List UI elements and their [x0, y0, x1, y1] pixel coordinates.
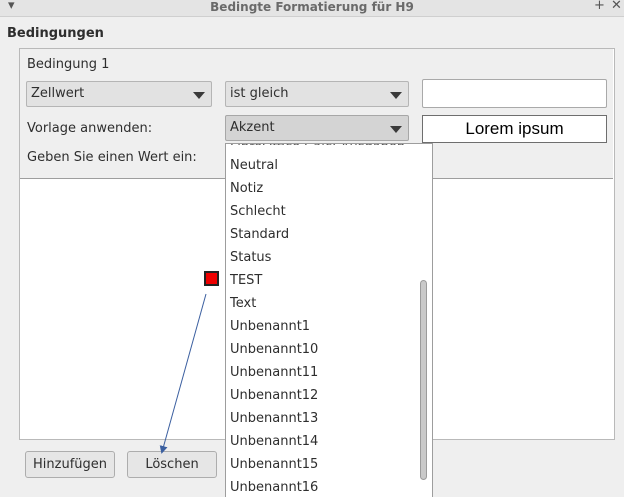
dropdown-item[interactable]: Standard: [230, 223, 289, 246]
dropdown-item[interactable]: Unbenannt14: [230, 430, 318, 453]
dropdown-scrollbar-thumb[interactable]: [420, 280, 427, 480]
dropdown-item[interactable]: Status: [230, 246, 271, 269]
dropdown-item[interactable]: Neutral: [230, 154, 278, 177]
dropdown-item[interactable]: Unbenannt10: [230, 338, 318, 361]
dropdown-item[interactable]: Schlecht: [230, 200, 286, 223]
style-dropdown-list[interactable]: LibreOffice Calc: Ausgaben Neutral Notiz…: [225, 143, 433, 497]
dropdown-item[interactable]: Unbenannt11: [230, 361, 318, 384]
dropdown-item[interactable]: Unbenannt16: [230, 476, 318, 497]
dropdown-item[interactable]: TEST: [230, 269, 262, 292]
dropdown-item[interactable]: Unbenannt12: [230, 384, 318, 407]
dropdown-item[interactable]: Unbenannt13: [230, 407, 318, 430]
dropdown-item[interactable]: Text: [230, 292, 256, 315]
dropdown-item[interactable]: Unbenannt15: [230, 453, 318, 476]
annotation-marker: [204, 271, 219, 286]
dropdown-item[interactable]: Unbenannt1: [230, 315, 310, 338]
dropdown-item[interactable]: Notiz: [230, 177, 263, 200]
